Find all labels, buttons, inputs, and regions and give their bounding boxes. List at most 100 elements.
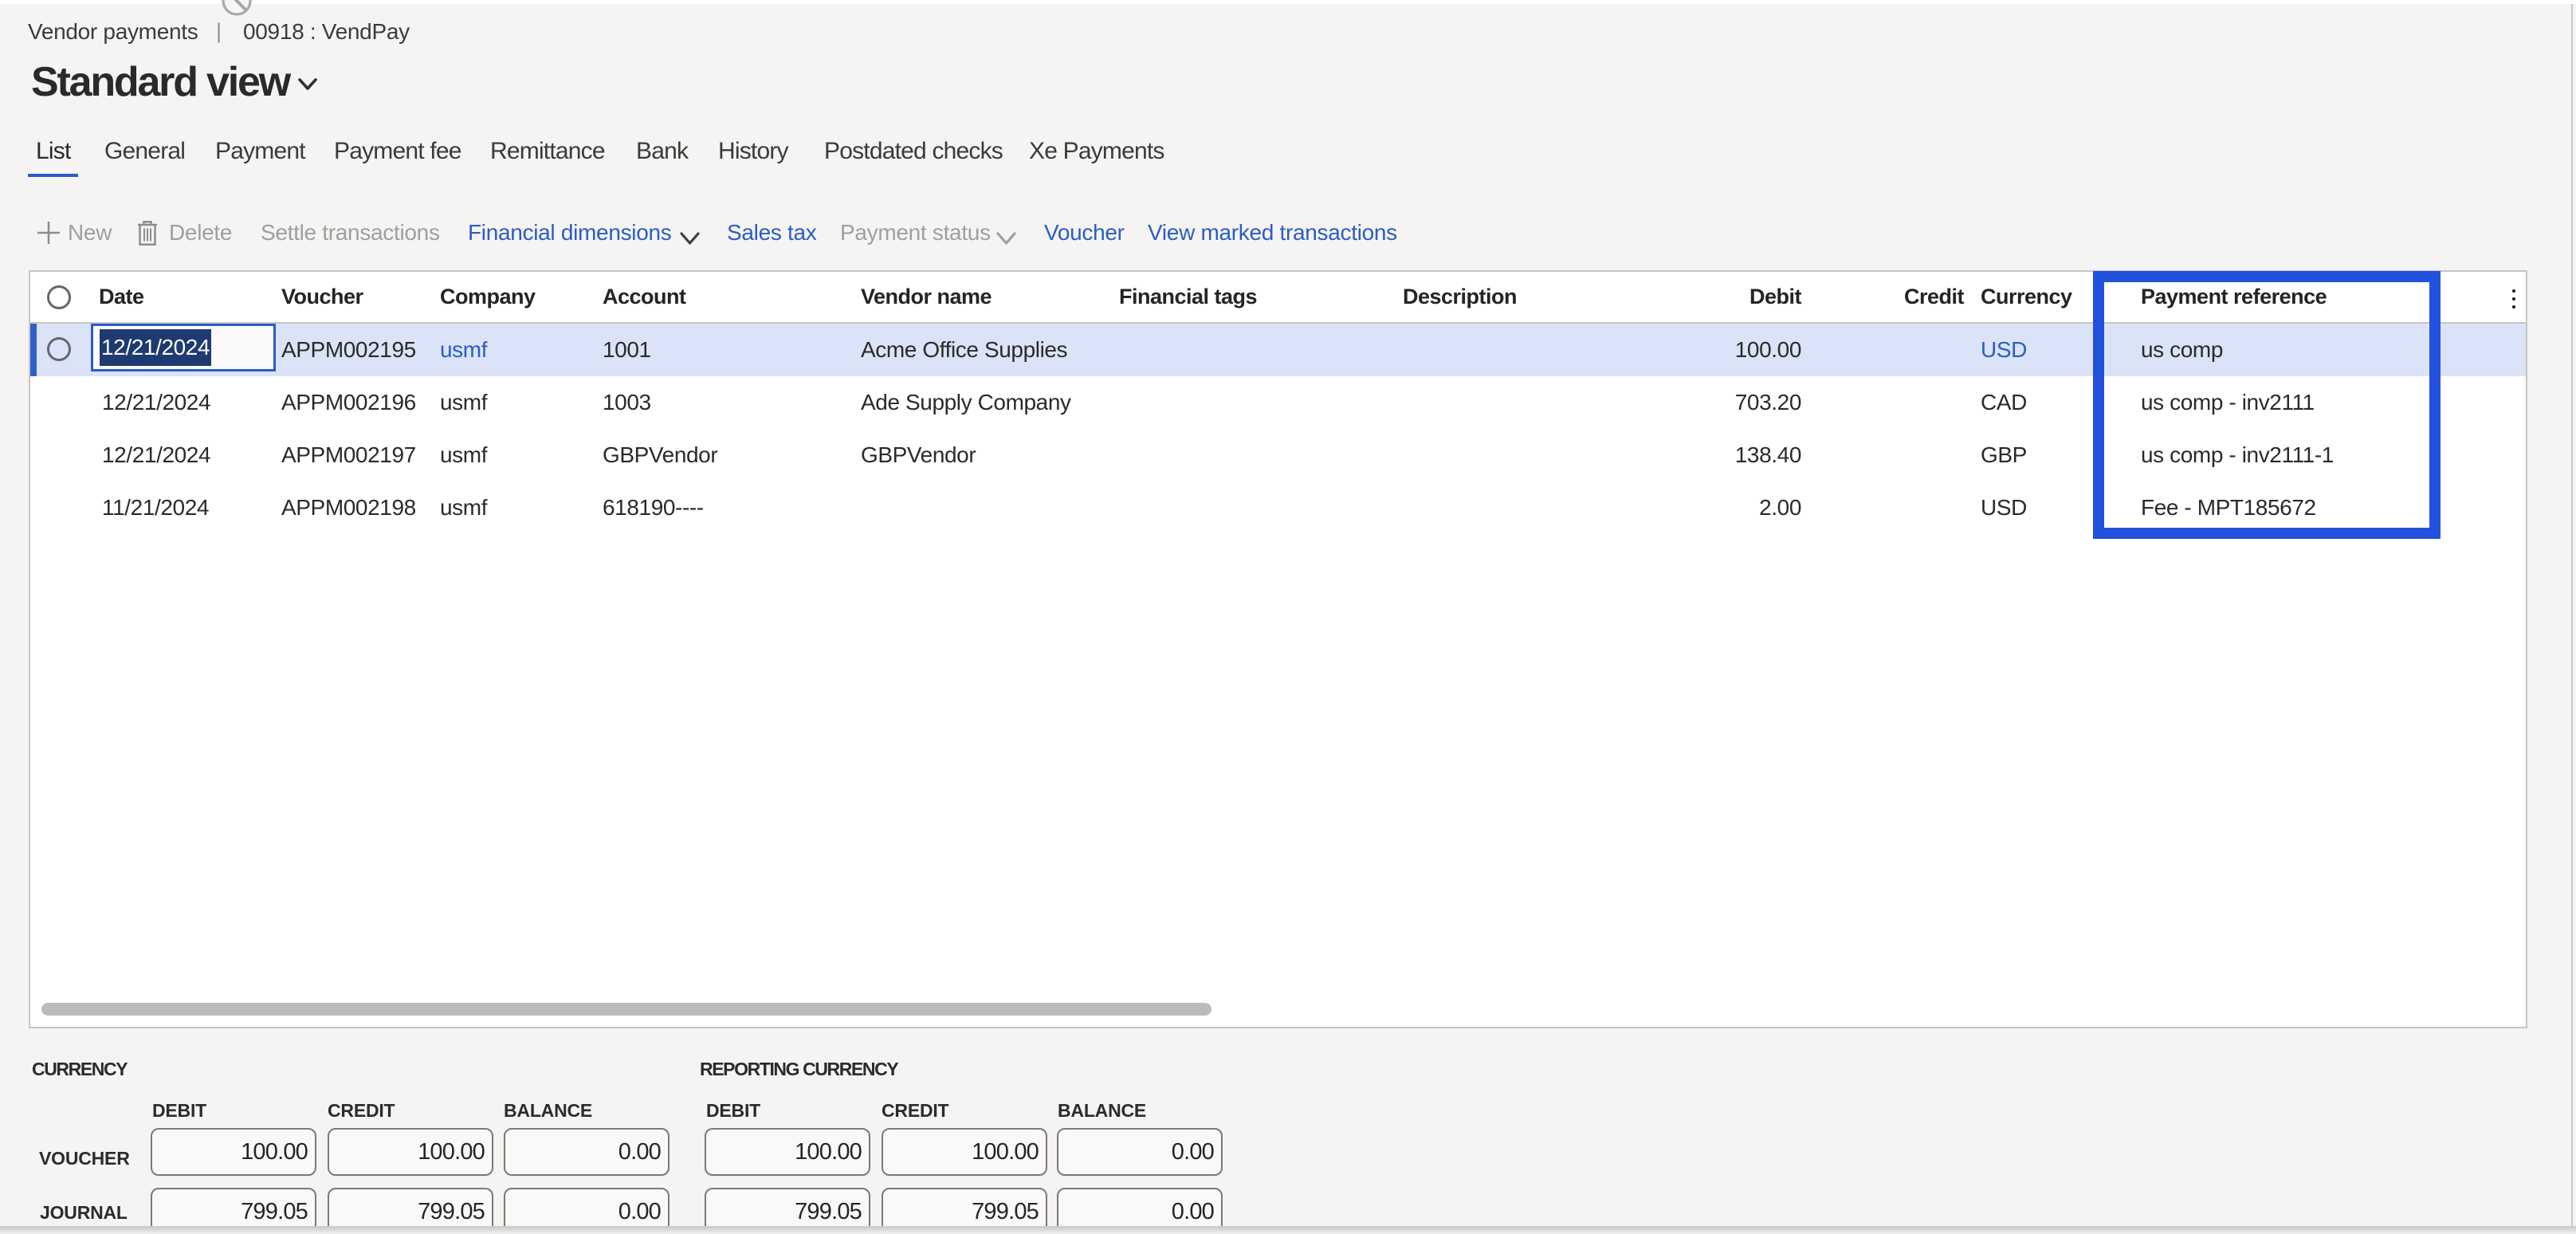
col-header-vendor-name[interactable]: Vendor name — [861, 272, 992, 322]
cell-vendor-name[interactable]: GBPVendor — [861, 429, 976, 481]
col-header-date[interactable]: Date — [99, 272, 144, 322]
date-input[interactable]: 12/21/2024 — [91, 324, 276, 371]
grid-row-2[interactable]: 12/21/2024 APPM002196 usmf 1003 Ade Supp… — [30, 376, 2526, 429]
view-title: Standard view — [31, 61, 289, 103]
cell-voucher[interactable]: APPM002198 — [281, 481, 416, 534]
cell-company[interactable]: usmf — [440, 481, 487, 534]
col-header-voucher[interactable]: Voucher — [281, 272, 363, 322]
cell-voucher[interactable]: APPM002196 — [281, 376, 416, 429]
cell-date[interactable]: 12/21/2024 — [102, 429, 210, 481]
cell-account[interactable]: 618190---- — [603, 481, 704, 534]
chevron-down-icon[interactable] — [996, 226, 1016, 251]
delete-button[interactable]: Delete — [169, 218, 232, 247]
currency-voucher-balance: 0.00 — [504, 1128, 670, 1176]
tab-label: Remittance — [490, 138, 605, 164]
col-header-currency[interactable]: Currency — [1981, 272, 2072, 322]
voucher-row-label: VOUCHER — [39, 1148, 130, 1169]
date-selected-text: 12/21/2024 — [100, 329, 211, 366]
journal-row-label: JOURNAL — [40, 1202, 128, 1224]
cell-payment-reference[interactable]: us comp - inv2111-1 — [2141, 429, 2334, 481]
plus-icon — [37, 220, 60, 251]
cell-account[interactable]: 1001 — [603, 324, 651, 376]
cell-debit[interactable]: 100.00 — [1642, 324, 1801, 376]
action-bar: New Delete Settle transactions Financial… — [0, 218, 1594, 247]
currency-balance-label: BALANCE — [504, 1100, 592, 1122]
cell-account[interactable]: 1003 — [603, 376, 651, 429]
cell-debit[interactable]: 2.00 — [1642, 481, 1801, 534]
page-caption: Vendor payments — [28, 19, 198, 45]
cell-vendor-name[interactable]: Acme Office Supplies — [861, 324, 1067, 376]
tab-remittance[interactable]: Remittance — [490, 138, 605, 165]
col-header-credit[interactable]: Credit — [1803, 272, 1964, 322]
cell-currency[interactable]: USD — [1981, 481, 2027, 534]
tab-payment-fee[interactable]: Payment fee — [334, 138, 461, 165]
tab-list[interactable]: List — [36, 138, 71, 165]
new-button[interactable]: New — [68, 218, 112, 247]
reporting-balance-label: BALANCE — [1058, 1100, 1146, 1122]
tab-strip: List General Payment Payment fee Remitta… — [0, 138, 1355, 179]
cell-currency-link[interactable]: USD — [1981, 324, 2027, 376]
tab-label: Payment — [215, 138, 305, 164]
financial-dimensions-label: Financial dimensions — [468, 220, 671, 245]
cell-currency[interactable]: CAD — [1981, 376, 2027, 429]
col-header-financial-tags[interactable]: Financial tags — [1119, 272, 1257, 322]
cell-date[interactable]: 11/21/2024 — [102, 481, 209, 534]
journal-lines-grid: Date Voucher Company Account Vendor name… — [29, 270, 2527, 1028]
trash-icon — [138, 221, 157, 251]
reporting-credit-label: CREDIT — [882, 1100, 948, 1122]
col-header-account[interactable]: Account — [603, 272, 686, 322]
cell-company[interactable]: usmf — [440, 429, 487, 481]
grid-row-3[interactable]: 12/21/2024 APPM002197 usmf GBPVendor GBP… — [30, 429, 2526, 481]
cell-voucher[interactable]: APPM002197 — [281, 429, 416, 481]
view-marked-transactions-label: View marked transactions — [1148, 220, 1397, 245]
select-all-radio[interactable] — [47, 285, 71, 309]
tab-bank[interactable]: Bank — [636, 138, 688, 165]
tab-label: Bank — [636, 138, 688, 164]
cell-payment-reference[interactable]: us comp — [2141, 324, 2223, 376]
cell-payment-reference[interactable]: Fee - MPT185672 — [2141, 481, 2316, 534]
cell-voucher[interactable]: APPM002195 — [281, 324, 416, 376]
voucher-button[interactable]: Voucher — [1044, 218, 1125, 247]
tab-xe-payments[interactable]: Xe Payments — [1029, 138, 1164, 165]
col-header-company[interactable]: Company — [440, 272, 536, 322]
grid-row-4[interactable]: 11/21/2024 APPM002198 usmf 618190---- 2.… — [30, 481, 2526, 534]
view-marked-transactions-button[interactable]: View marked transactions — [1148, 218, 1397, 247]
grid-options-kebab-icon[interactable] — [2504, 289, 2523, 308]
tab-label: General — [104, 138, 185, 164]
cell-debit[interactable]: 703.20 — [1642, 376, 1801, 429]
grid-row-1[interactable]: 12/21/2024 APPM002195 usmf 1001 Acme Off… — [30, 324, 2526, 376]
top-white-band — [0, 0, 2576, 4]
chevron-down-icon[interactable] — [680, 226, 700, 251]
delete-button-label: Delete — [169, 220, 232, 245]
journal-caption: 00918 : VendPay — [243, 19, 410, 45]
settle-transactions-label: Settle transactions — [261, 220, 440, 245]
cell-vendor-name[interactable]: Ade Supply Company — [861, 376, 1071, 429]
tab-general[interactable]: General — [104, 138, 185, 165]
col-header-debit[interactable]: Debit — [1642, 272, 1801, 322]
cell-currency[interactable]: GBP — [1981, 429, 2027, 481]
sales-tax-button[interactable]: Sales tax — [727, 218, 816, 247]
currency-section-title: CURRENCY — [32, 1059, 127, 1080]
view-selector[interactable]: Standard view — [31, 61, 318, 103]
currency-debit-label: DEBIT — [152, 1100, 206, 1122]
payment-status-button[interactable]: Payment status — [840, 218, 991, 247]
cell-account[interactable]: GBPVendor — [603, 429, 717, 481]
reporting-voucher-balance: 0.00 — [1057, 1128, 1223, 1176]
horizontal-scrollbar[interactable] — [41, 1003, 1211, 1016]
cell-company-link[interactable]: usmf — [440, 324, 487, 376]
tab-payment[interactable]: Payment — [215, 138, 305, 165]
breadcrumb: Vendor payments | 00918 : VendPay — [0, 19, 797, 48]
financial-dimensions-button[interactable]: Financial dimensions — [468, 218, 671, 247]
settle-transactions-button[interactable]: Settle transactions — [261, 218, 440, 247]
cell-debit[interactable]: 138.40 — [1642, 429, 1801, 481]
col-header-description[interactable]: Description — [1403, 272, 1517, 322]
cell-company[interactable]: usmf — [440, 376, 487, 429]
tab-postdated-checks[interactable]: Postdated checks — [824, 138, 1003, 165]
tab-history[interactable]: History — [718, 138, 788, 165]
cell-payment-reference[interactable]: us comp - inv2111 — [2141, 376, 2315, 429]
grid-header-row: Date Voucher Company Account Vendor name… — [30, 272, 2526, 324]
col-header-payment-reference[interactable]: Payment reference — [2141, 272, 2327, 322]
cell-date[interactable]: 12/21/2024 — [102, 376, 210, 429]
row-radio[interactable] — [47, 337, 71, 361]
tab-label: Xe Payments — [1029, 138, 1164, 164]
